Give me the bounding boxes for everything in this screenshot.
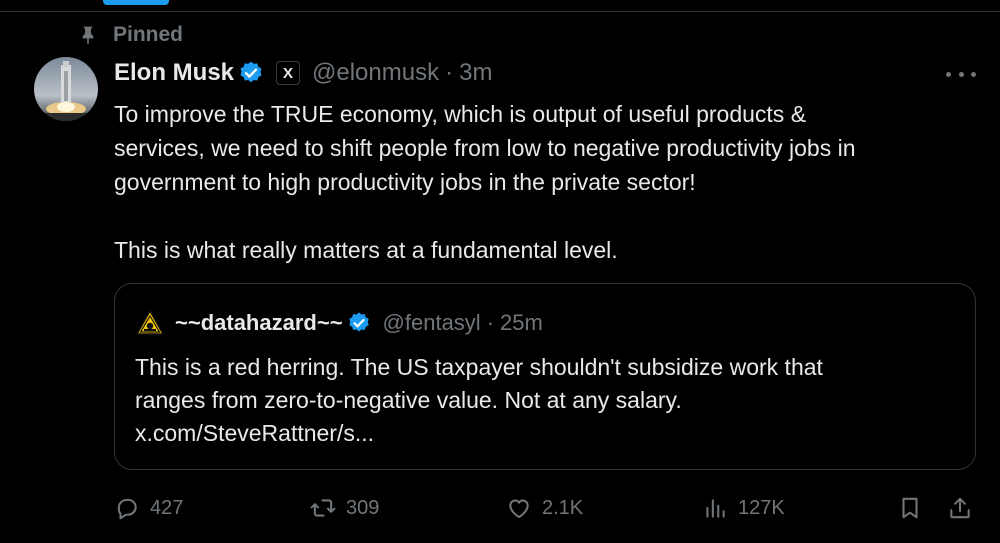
- quote-text-line: ranges from zero-to-negative value. Not …: [135, 387, 682, 413]
- quote-link[interactable]: x.com/SteveRattner/s...: [135, 417, 955, 450]
- quote-text: This is a red herring. The US taxpayer s…: [135, 351, 955, 450]
- pinned-label: Pinned: [113, 23, 184, 46]
- like-count: 2.1K: [542, 496, 584, 519]
- author-handle[interactable]: @elonmusk: [312, 59, 439, 87]
- affiliate-badge[interactable]: X: [276, 61, 301, 85]
- divider: [0, 11, 1000, 12]
- tweet-text-line: To improve the TRUE economy, which is ou…: [114, 101, 807, 127]
- pinned-indicator: Pinned: [78, 22, 183, 48]
- tweet-text: To improve the TRUE economy, which is ou…: [114, 97, 974, 267]
- repost-icon: [310, 499, 336, 517]
- heart-icon: [509, 499, 529, 519]
- hazard-avatar-icon[interactable]: [135, 308, 165, 338]
- bookmark-icon: [902, 497, 918, 519]
- views-icon: [706, 499, 725, 518]
- repost-count: 309: [346, 496, 380, 519]
- reply-icon: [117, 498, 137, 520]
- author-name[interactable]: Elon Musk: [114, 59, 234, 87]
- tweet-text-line: [114, 199, 974, 233]
- verified-badge-icon: [240, 61, 262, 83]
- quote-header: ~~datahazard~~ @fentasyl · 25m: [135, 308, 543, 338]
- reply-count: 427: [150, 496, 184, 519]
- repost-button[interactable]: 309: [310, 490, 379, 526]
- quote-tweet[interactable]: ~~datahazard~~ @fentasyl · 25m This is a…: [114, 283, 976, 470]
- share-icon: [950, 497, 970, 519]
- views-count: 127K: [738, 496, 785, 519]
- tweet-header: Elon Musk X @elonmusk · 3m: [114, 56, 492, 90]
- quote-text-line: This is a red herring. The US taxpayer s…: [135, 354, 823, 380]
- quote-timestamp[interactable]: 25m: [500, 310, 543, 336]
- share-button[interactable]: [947, 490, 973, 526]
- views-button[interactable]: 127K: [702, 490, 785, 526]
- action-bar: 427 309 2.1K 127K: [114, 490, 984, 526]
- separator: ·: [486, 310, 495, 335]
- tweet-text-line: services, we need to shift people from l…: [114, 135, 856, 161]
- timestamp[interactable]: 3m: [459, 59, 492, 87]
- separator: ·: [445, 59, 454, 86]
- tab-active-indicator: [103, 0, 169, 5]
- tweet-text-line: government to high productivity jobs in …: [114, 169, 696, 195]
- avatar[interactable]: [34, 57, 98, 121]
- pin-icon: [82, 26, 94, 45]
- verified-badge-icon: [348, 312, 369, 332]
- more-icon[interactable]: [946, 64, 976, 84]
- quote-author-handle[interactable]: @fentasyl: [383, 310, 481, 336]
- bookmark-button[interactable]: [897, 490, 923, 526]
- tweet-text-line: This is what really matters at a fundame…: [114, 237, 618, 263]
- quote-author-name[interactable]: ~~datahazard~~: [175, 310, 343, 336]
- like-button[interactable]: 2.1K: [506, 490, 583, 526]
- reply-button[interactable]: 427: [114, 490, 183, 526]
